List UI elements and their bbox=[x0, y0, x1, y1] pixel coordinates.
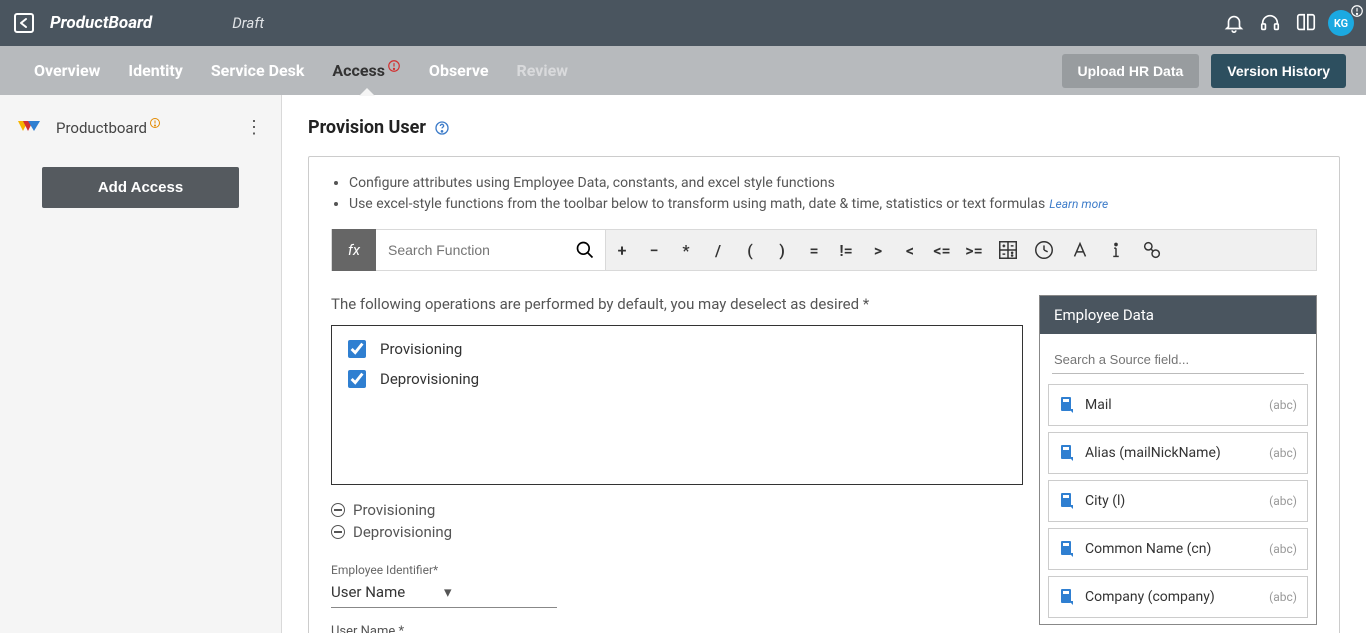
op-lte[interactable]: <= bbox=[926, 229, 958, 271]
tab-review[interactable]: Review bbox=[502, 46, 582, 95]
fx-icon: fx bbox=[332, 229, 376, 271]
tab-observe[interactable]: Observe bbox=[415, 46, 503, 95]
deprovisioning-checkbox[interactable] bbox=[348, 370, 366, 388]
tab-bar: Overview Identity Service Desk Access Ob… bbox=[0, 46, 1366, 95]
minus-circle-icon bbox=[331, 503, 345, 517]
version-history-button[interactable]: Version History bbox=[1211, 54, 1346, 88]
op-neq[interactable]: != bbox=[830, 229, 862, 271]
warning-icon bbox=[387, 59, 401, 73]
attribute-row[interactable]: Mail (abc) bbox=[1048, 384, 1308, 426]
attribute-name: Alias (mailNickName) bbox=[1085, 445, 1269, 461]
field-icon bbox=[1059, 395, 1075, 415]
avatar-initials: KG bbox=[1334, 17, 1348, 30]
learn-more-link[interactable]: Learn more bbox=[1049, 197, 1108, 211]
attribute-type: (abc) bbox=[1269, 542, 1297, 556]
search-icon[interactable] bbox=[575, 240, 595, 260]
instruction-1: Configure attributes using Employee Data… bbox=[349, 173, 1317, 194]
attribute-name: Common Name (cn) bbox=[1085, 541, 1269, 557]
deprovisioning-label: Deprovisioning bbox=[380, 370, 479, 388]
user-avatar[interactable]: KG bbox=[1328, 10, 1354, 36]
sidebar-item-label: Productboard bbox=[56, 119, 147, 137]
minus-label-1: Provisioning bbox=[353, 501, 435, 519]
time-category-icon[interactable] bbox=[1026, 229, 1062, 271]
math-category-icon[interactable] bbox=[990, 229, 1026, 271]
attribute-name: Mail bbox=[1085, 397, 1269, 413]
top-bar: ProductBoard Draft KG bbox=[0, 0, 1366, 46]
username-label: User Name * bbox=[331, 624, 1023, 633]
attribute-name: City (l) bbox=[1085, 493, 1269, 509]
operations-box: Provisioning Deprovisioning bbox=[331, 325, 1023, 485]
op-gte[interactable]: >= bbox=[958, 229, 990, 271]
more-icon[interactable]: ⋮ bbox=[245, 119, 263, 137]
operations-label: The following operations are performed b… bbox=[331, 295, 1023, 313]
op-slash[interactable]: / bbox=[702, 229, 734, 271]
attribute-row[interactable]: Common Name (cn) (abc) bbox=[1048, 528, 1308, 570]
field-icon bbox=[1059, 491, 1075, 511]
app-logo-icon bbox=[12, 11, 36, 35]
help-icon[interactable] bbox=[434, 120, 450, 136]
emp-identifier-label: Employee Identifier* bbox=[331, 563, 1023, 577]
source-field-search-input[interactable] bbox=[1052, 346, 1304, 374]
op-minus[interactable]: − bbox=[638, 229, 670, 271]
attribute-type: (abc) bbox=[1269, 398, 1297, 412]
tab-identity[interactable]: Identity bbox=[114, 46, 196, 95]
sidebar-item-productboard[interactable]: Productboard ⋮ bbox=[0, 107, 281, 149]
function-toolbar: fx + − * / ( ) = != > < <= >= bbox=[331, 229, 1317, 271]
logic-category-icon[interactable] bbox=[1134, 229, 1170, 271]
book-icon[interactable] bbox=[1290, 7, 1322, 39]
employee-data-header: Employee Data bbox=[1040, 296, 1316, 334]
productboard-logo-icon bbox=[16, 117, 44, 139]
emp-identifier-dropdown[interactable]: User Name ▾ bbox=[331, 577, 557, 608]
info-category-icon[interactable] bbox=[1098, 229, 1134, 271]
headset-icon[interactable] bbox=[1254, 7, 1286, 39]
field-icon bbox=[1059, 443, 1075, 463]
tab-overview[interactable]: Overview bbox=[20, 46, 114, 95]
upload-hr-button[interactable]: Upload HR Data bbox=[1062, 54, 1200, 88]
field-icon bbox=[1059, 587, 1075, 607]
remove-provisioning[interactable]: Provisioning bbox=[331, 501, 1023, 519]
dropdown-value: User Name bbox=[331, 583, 444, 601]
op-lparen[interactable]: ( bbox=[734, 229, 766, 271]
function-search-input[interactable] bbox=[376, 230, 605, 270]
add-access-button[interactable]: Add Access bbox=[42, 167, 239, 208]
op-rparen[interactable]: ) bbox=[766, 229, 798, 271]
attribute-row[interactable]: Company (company) (abc) bbox=[1048, 576, 1308, 618]
op-gt[interactable]: > bbox=[862, 229, 894, 271]
app-title: ProductBoard bbox=[50, 13, 152, 33]
op-plus[interactable]: + bbox=[606, 229, 638, 271]
remove-deprovisioning[interactable]: Deprovisioning bbox=[331, 523, 1023, 541]
attribute-row[interactable]: Alias (mailNickName) (abc) bbox=[1048, 432, 1308, 474]
tab-access[interactable]: Access bbox=[318, 46, 415, 95]
provisioning-label: Provisioning bbox=[380, 340, 462, 358]
sidebar: Productboard ⋮ Add Access bbox=[0, 95, 282, 633]
draft-status: Draft bbox=[232, 14, 264, 32]
op-asterisk[interactable]: * bbox=[670, 229, 702, 271]
op-lt[interactable]: < bbox=[894, 229, 926, 271]
main-content: Provision User Configure attributes usin… bbox=[282, 95, 1366, 633]
attribute-type: (abc) bbox=[1269, 590, 1297, 604]
minus-circle-icon bbox=[331, 525, 345, 539]
provision-panel: Configure attributes using Employee Data… bbox=[308, 156, 1340, 633]
minus-label-2: Deprovisioning bbox=[353, 523, 452, 541]
op-eq[interactable]: = bbox=[798, 229, 830, 271]
employee-data-panel: Employee Data Mail (abc) Alias (mailNick… bbox=[1039, 295, 1317, 625]
attribute-name: Company (company) bbox=[1085, 589, 1269, 605]
instruction-2: Use excel-style functions from the toolb… bbox=[349, 194, 1317, 215]
alert-badge-icon bbox=[1350, 4, 1364, 18]
chevron-down-icon: ▾ bbox=[444, 583, 557, 601]
attribute-type: (abc) bbox=[1269, 446, 1297, 460]
page-title: Provision User bbox=[308, 117, 426, 138]
bell-icon[interactable] bbox=[1218, 7, 1250, 39]
text-category-icon[interactable] bbox=[1062, 229, 1098, 271]
warning-icon bbox=[149, 117, 161, 129]
field-icon bbox=[1059, 539, 1075, 559]
attribute-type: (abc) bbox=[1269, 494, 1297, 508]
attribute-row[interactable]: City (l) (abc) bbox=[1048, 480, 1308, 522]
tab-service-desk[interactable]: Service Desk bbox=[197, 46, 319, 95]
provisioning-checkbox[interactable] bbox=[348, 340, 366, 358]
